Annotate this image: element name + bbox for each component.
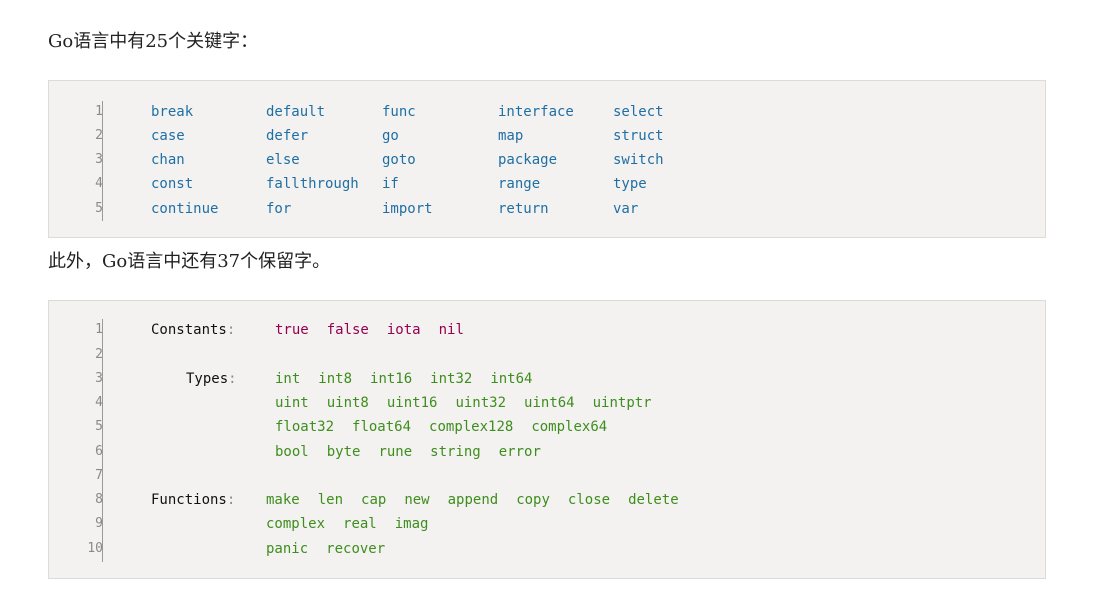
type-token: complex128 [429,419,514,435]
type-token: int16 [370,371,413,387]
keyword-token: range [498,176,541,192]
keyword-token: var [613,201,639,217]
type-token: int64 [490,371,533,387]
constant-token: true [275,322,309,338]
type-token: float64 [352,419,412,435]
keyword-token: func [382,104,416,120]
keyword-token: return [498,201,549,217]
type-token: uintptr [592,395,652,411]
types-label: Types [186,371,229,387]
function-token: delete [628,492,679,508]
line-number: 7 [95,468,103,483]
constant-token: nil [438,322,464,338]
type-token: error [498,444,541,460]
type-token: string [430,444,481,460]
keyword-token: struct [613,128,664,144]
keyword-token: if [382,176,399,192]
keyword-token: case [151,128,185,144]
type-token: uint8 [326,395,369,411]
type-token: float32 [275,419,335,435]
type-token: byte [326,444,361,460]
keyword-token: break [151,104,194,120]
line-number: 6 [95,444,103,459]
reserved-words-code-block: 1 2 3 4 5 6 7 8 9 10 Constants: Types: Functions: tr… [48,300,1046,579]
function-token: recover [326,541,386,557]
line-number: 3 [95,371,103,386]
keyword-token: goto [382,152,416,168]
type-token: int [275,371,301,387]
keyword-token: chan [151,152,185,168]
keyword-token: fallthrough [266,176,359,192]
keyword-token: map [498,128,524,144]
type-token: uint64 [524,395,575,411]
line-number: 5 [95,419,103,434]
line-number: 9 [95,516,103,531]
type-token: bool [275,444,309,460]
keyword-token: type [613,176,647,192]
label-colon: : [226,492,236,508]
function-token: panic [266,541,309,557]
type-token: uint32 [455,395,507,411]
function-token: real [343,516,377,532]
function-token: imag [394,516,429,532]
line-number: 4 [95,395,103,410]
type-token: uint16 [386,395,438,411]
function-token: cap [361,492,387,508]
function-token: make [266,492,300,508]
line-number: 5 [95,201,103,216]
line-number: 1 [95,322,103,337]
type-token: uint [275,395,309,411]
line-number-gutter: 1 2 3 4 5 [49,81,103,237]
function-token: close [567,492,611,508]
keyword-token: continue [151,201,219,217]
keyword-token: else [266,152,300,168]
keyword-token: go [382,128,399,144]
line-number: 1 [95,104,103,119]
line-number: 3 [95,152,103,167]
keywords-code-block: 1 2 3 4 5 break case chan const continue default d… [48,80,1046,238]
line-number: 8 [95,492,103,507]
type-token: int8 [318,371,353,387]
keyword-token: for [266,201,292,217]
keyword-token: default [266,104,326,120]
functions-label: Functions [151,492,227,508]
function-token: complex [266,516,326,532]
line-number: 2 [95,128,103,143]
line-number: 10 [87,541,103,556]
constant-token: iota [386,322,421,338]
line-number: 4 [95,176,103,191]
type-token: complex64 [531,419,608,435]
type-token: rune [378,444,413,460]
keyword-token: select [613,104,664,120]
function-token: append [447,492,499,508]
intro-paragraph: Go语言中有25个关键字： [48,31,259,52]
label-colon: : [228,371,237,387]
keyword-token: const [151,176,194,192]
constants-label: Constants [151,322,227,338]
constant-token: false [326,322,369,338]
keyword-token: interface [498,104,574,120]
line-number: 2 [95,347,103,362]
function-token: copy [516,492,550,508]
keyword-token: package [498,152,558,168]
function-token: len [317,492,344,508]
keyword-token: defer [266,128,309,144]
keyword-token: switch [613,152,664,168]
function-token: new [404,492,430,508]
label-colon: : [226,322,236,338]
keyword-token: import [382,201,433,217]
line-number-gutter: 1 2 3 4 5 6 7 8 9 10 [49,301,103,578]
type-token: int32 [430,371,473,387]
reserved-words-paragraph: 此外，Go语言中还有37个保留字。 [48,251,331,272]
